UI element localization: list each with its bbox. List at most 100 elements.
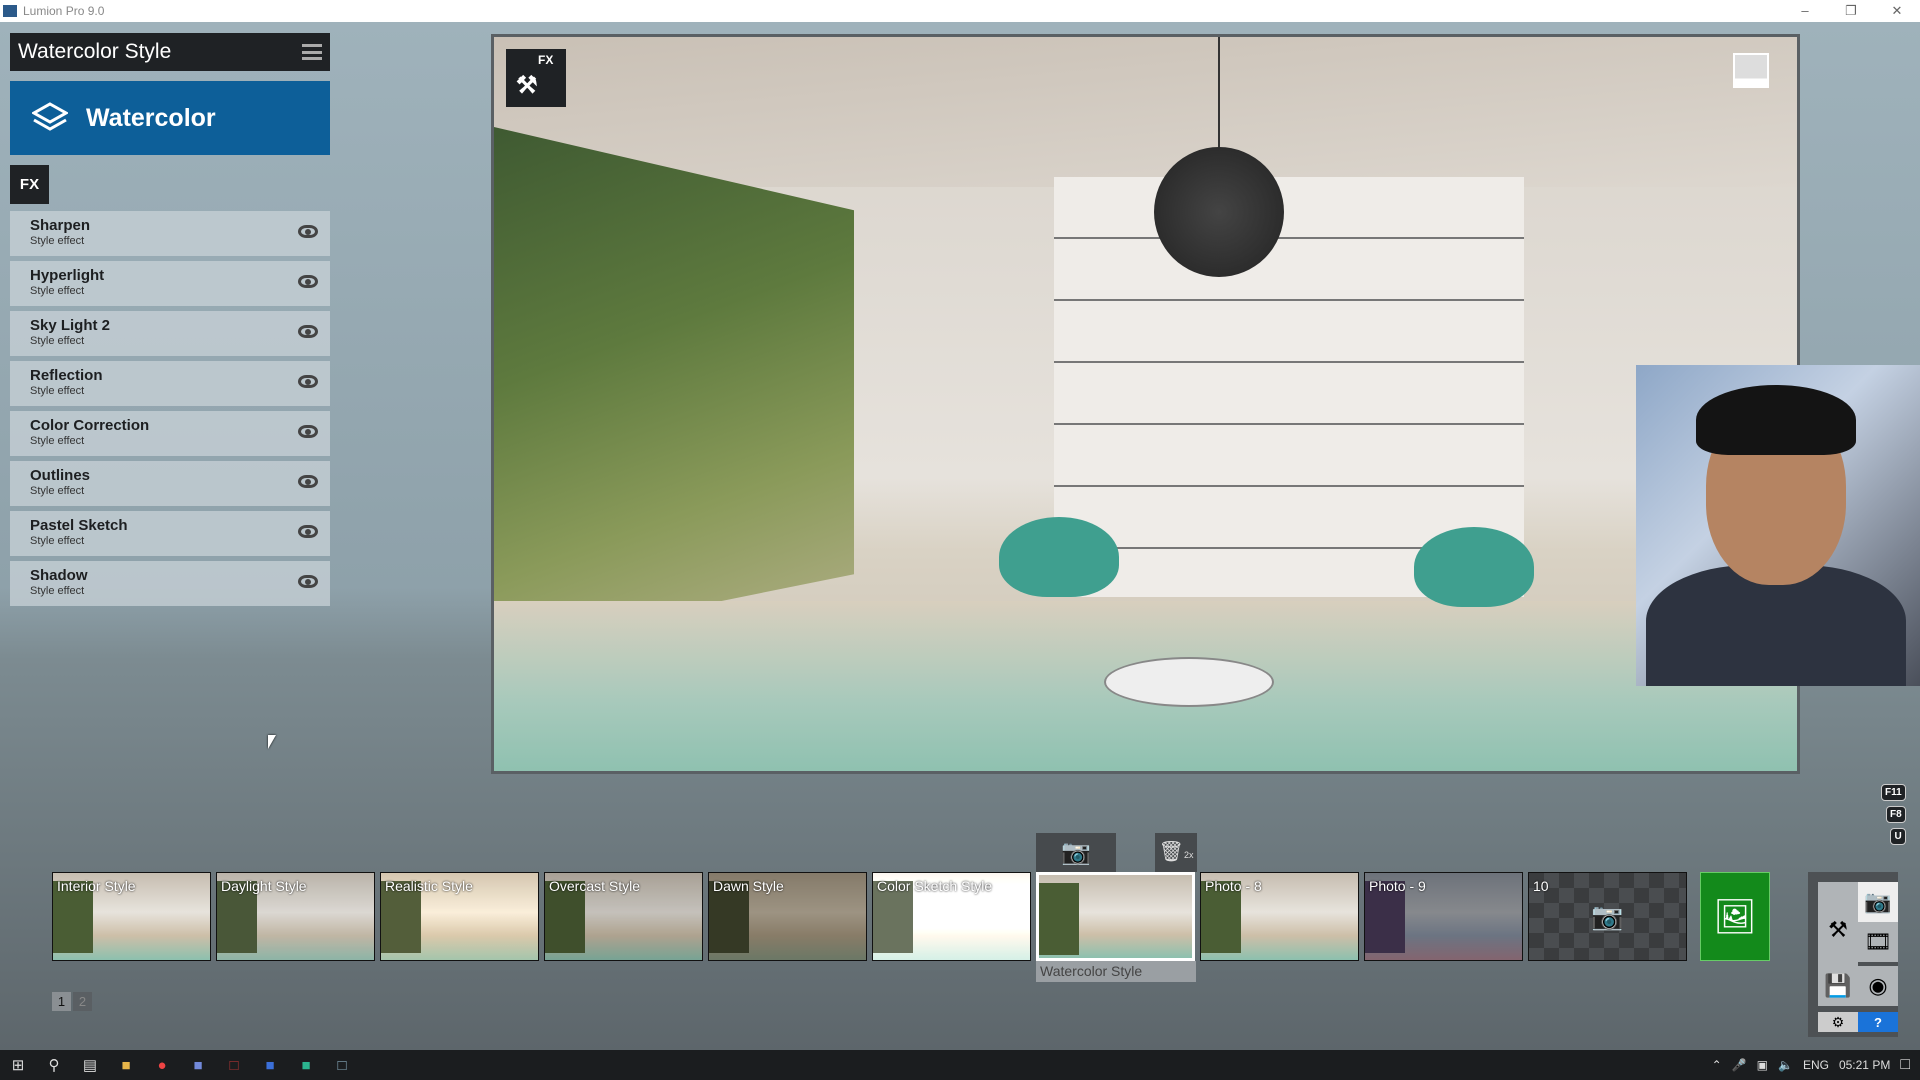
eye-icon[interactable] bbox=[298, 575, 318, 588]
camera-icon: 📷 bbox=[1591, 901, 1624, 931]
window-title: Lumion Pro 9.0 bbox=[23, 4, 105, 18]
style-panel-header: Watercolor Style bbox=[10, 33, 330, 71]
photo-label: Realistic Style bbox=[385, 878, 473, 894]
layers-icon bbox=[32, 102, 68, 131]
restore-button[interactable]: ❐ bbox=[1828, 0, 1874, 22]
windows-taskbar: ⊞ ⚲ ▤ ■ ● ■ □ ■ ■ □ ⌃ 🎤 ▣ 🔈 ENG 05:21 PM… bbox=[0, 1050, 1920, 1080]
photo-slot[interactable]: Dawn Style bbox=[708, 872, 867, 961]
coffee-table bbox=[1104, 657, 1274, 707]
eye-icon[interactable] bbox=[298, 425, 318, 438]
viewport-toggle-button[interactable] bbox=[1733, 53, 1769, 88]
eye-icon[interactable] bbox=[298, 525, 318, 538]
selected-photo-label: Watercolor Style bbox=[1036, 961, 1196, 982]
search-icon[interactable]: ⚲ bbox=[36, 1056, 72, 1074]
effect-name: Sharpen bbox=[30, 217, 91, 234]
eye-icon[interactable] bbox=[298, 375, 318, 388]
gear-icon: ⚙ bbox=[1831, 1013, 1845, 1030]
eye-icon[interactable] bbox=[298, 225, 318, 238]
microphone-icon[interactable]: 🎤 bbox=[1732, 1058, 1747, 1072]
vegas-icon[interactable]: □ bbox=[216, 1057, 252, 1074]
notifications-icon[interactable]: □ bbox=[1900, 1056, 1910, 1074]
hotkey-f11[interactable]: F11 bbox=[1881, 784, 1906, 801]
effect-name: Sky Light 2 bbox=[30, 317, 111, 334]
effect-item[interactable]: Sky Light 2 Style effect bbox=[10, 311, 330, 356]
camera-icon: 📷 bbox=[1864, 889, 1892, 914]
worker-icon: ⚒ bbox=[516, 72, 538, 99]
photo-slot[interactable]: Photo - 8 bbox=[1200, 872, 1359, 961]
app-icon[interactable]: ■ bbox=[252, 1057, 288, 1074]
take-photo-button[interactable]: 📷 bbox=[1036, 833, 1116, 872]
effect-name: Color Correction bbox=[30, 417, 150, 434]
eye-icon[interactable] bbox=[298, 275, 318, 288]
chrome-icon[interactable]: ● bbox=[144, 1057, 180, 1074]
watercolor-style-banner[interactable]: Watercolor bbox=[10, 81, 330, 155]
page-2-button[interactable]: 2 bbox=[73, 992, 92, 1011]
effect-type: Style effect bbox=[30, 535, 85, 547]
lumion-app-icon bbox=[3, 5, 17, 17]
images-icon: 🖼 bbox=[1713, 897, 1757, 936]
lumion-taskbar-icon[interactable]: ■ bbox=[288, 1057, 324, 1074]
photo-slot[interactable]: Photo - 9 bbox=[1364, 872, 1523, 961]
settings-button[interactable]: ⚙ bbox=[1818, 1012, 1858, 1032]
effect-item[interactable]: Reflection Style effect bbox=[10, 361, 330, 406]
eye-icon[interactable] bbox=[298, 475, 318, 488]
camera-icon: 📷 bbox=[1061, 839, 1091, 866]
worker-icon: ⚒ bbox=[1828, 917, 1848, 942]
fx-button[interactable]: FX bbox=[10, 165, 49, 204]
network-icon[interactable]: ▣ bbox=[1757, 1058, 1768, 1072]
movie-mode-button[interactable]: 🎞 bbox=[1858, 922, 1898, 962]
effect-name: Reflection bbox=[30, 367, 103, 384]
effect-type: Style effect bbox=[30, 285, 85, 297]
effect-item[interactable]: Pastel Sketch Style effect bbox=[10, 511, 330, 556]
hotkey-f8[interactable]: F8 bbox=[1886, 806, 1906, 823]
effect-item[interactable]: Hyperlight Style effect bbox=[10, 261, 330, 306]
build-mode-button[interactable]: ⚒ bbox=[1818, 882, 1858, 978]
photo-slot[interactable]: Daylight Style bbox=[216, 872, 375, 961]
help-button[interactable]: ? bbox=[1858, 1012, 1898, 1032]
render-viewport[interactable]: FX ⚒ bbox=[491, 34, 1800, 774]
photo-slot[interactable]: Overcast Style bbox=[544, 872, 703, 961]
photo-slot[interactable]: Realistic Style bbox=[380, 872, 539, 961]
effect-item[interactable]: Sharpen Style effect bbox=[10, 211, 330, 256]
language-indicator[interactable]: ENG bbox=[1803, 1058, 1829, 1072]
render-photos-button[interactable]: 🖼 bbox=[1700, 872, 1770, 961]
app-icon[interactable]: □ bbox=[324, 1057, 360, 1074]
mouse-cursor bbox=[268, 735, 276, 749]
start-button[interactable]: ⊞ bbox=[0, 1056, 36, 1074]
effect-item[interactable]: Color Correction Style effect bbox=[10, 411, 330, 456]
scene-preview[interactable]: FX ⚒ bbox=[494, 37, 1797, 771]
task-view-icon[interactable]: ▤ bbox=[72, 1056, 108, 1074]
question-icon: ? bbox=[1874, 1014, 1882, 1030]
hamburger-menu-icon[interactable] bbox=[302, 44, 322, 60]
photo-slot[interactable]: Interior Style bbox=[52, 872, 211, 961]
photo-mode-button[interactable]: 📷 bbox=[1858, 882, 1898, 922]
photo-label: Interior Style bbox=[57, 878, 136, 894]
hotkey-u[interactable]: U bbox=[1890, 828, 1906, 845]
discord-icon[interactable]: ■ bbox=[180, 1057, 216, 1074]
page-1-button[interactable]: 1 bbox=[52, 992, 71, 1011]
eye-icon[interactable] bbox=[298, 325, 318, 338]
close-button[interactable]: ✕ bbox=[1874, 0, 1920, 22]
photo-label: Daylight Style bbox=[221, 878, 307, 894]
effect-item[interactable]: Shadow Style effect bbox=[10, 561, 330, 606]
fx-effects-button[interactable]: FX ⚒ bbox=[506, 49, 566, 107]
photo-slot[interactable] bbox=[1036, 872, 1195, 961]
photo-slot[interactable]: 📷 10 bbox=[1528, 872, 1687, 961]
volume-icon[interactable]: 🔈 bbox=[1778, 1058, 1793, 1072]
effect-type: Style effect bbox=[30, 335, 85, 347]
effect-name: Pastel Sketch bbox=[30, 517, 128, 534]
effect-type: Style effect bbox=[30, 385, 85, 397]
save-button[interactable]: 💾 bbox=[1818, 966, 1858, 1006]
photo-slot[interactable]: Color Sketch Style bbox=[872, 872, 1031, 961]
clock[interactable]: 05:21 PM bbox=[1839, 1058, 1890, 1072]
effect-item[interactable]: Outlines Style effect bbox=[10, 461, 330, 506]
effect-type: Style effect bbox=[30, 485, 85, 497]
trash-icon: 🗑 bbox=[1158, 841, 1184, 863]
glass-window bbox=[494, 127, 854, 647]
minimize-button[interactable]: – bbox=[1782, 0, 1828, 22]
file-explorer-icon[interactable]: ■ bbox=[108, 1057, 144, 1074]
delete-photo-button[interactable]: 🗑2x bbox=[1155, 833, 1197, 872]
teal-chair bbox=[999, 517, 1119, 597]
chevron-up-icon[interactable]: ⌃ bbox=[1712, 1058, 1722, 1072]
360-panorama-button[interactable]: ◉ bbox=[1858, 966, 1898, 1006]
